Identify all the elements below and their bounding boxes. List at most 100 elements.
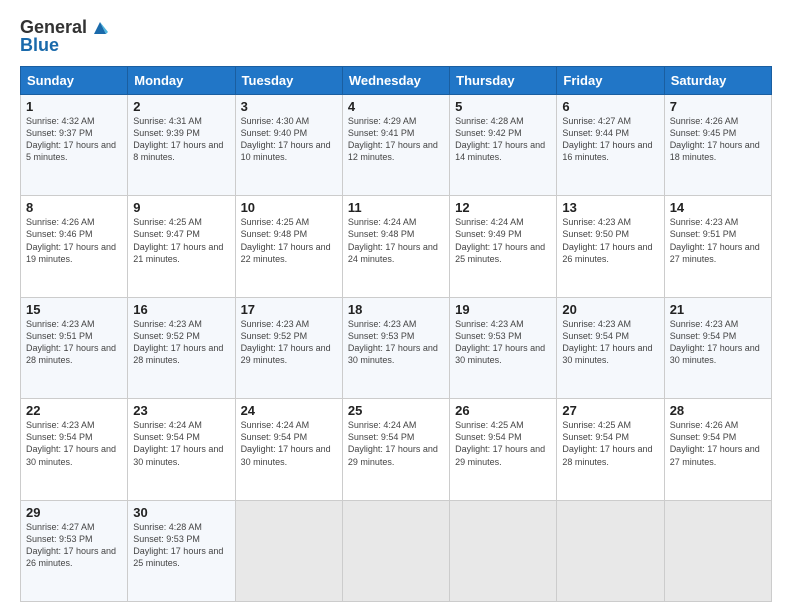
calendar-cell: 18Sunrise: 4:23 AMSunset: 9:53 PMDayligh…: [342, 297, 449, 398]
day-number: 30: [133, 505, 229, 520]
day-number: 24: [241, 403, 337, 418]
calendar-table: SundayMondayTuesdayWednesdayThursdayFrid…: [20, 66, 772, 602]
calendar-week-2: 8Sunrise: 4:26 AMSunset: 9:46 PMDaylight…: [21, 196, 772, 297]
calendar-cell: 25Sunrise: 4:24 AMSunset: 9:54 PMDayligh…: [342, 399, 449, 500]
calendar-header-row: SundayMondayTuesdayWednesdayThursdayFrid…: [21, 66, 772, 94]
day-content: Sunrise: 4:24 AMSunset: 9:54 PMDaylight:…: [133, 419, 229, 468]
calendar-cell: 5Sunrise: 4:28 AMSunset: 9:42 PMDaylight…: [450, 94, 557, 195]
logo-icon: [90, 18, 110, 38]
calendar-cell: 12Sunrise: 4:24 AMSunset: 9:49 PMDayligh…: [450, 196, 557, 297]
calendar-cell: 3Sunrise: 4:30 AMSunset: 9:40 PMDaylight…: [235, 94, 342, 195]
calendar-cell: 23Sunrise: 4:24 AMSunset: 9:54 PMDayligh…: [128, 399, 235, 500]
calendar-cell: 2Sunrise: 4:31 AMSunset: 9:39 PMDaylight…: [128, 94, 235, 195]
day-content: Sunrise: 4:23 AMSunset: 9:51 PMDaylight:…: [670, 216, 766, 265]
day-content: Sunrise: 4:26 AMSunset: 9:46 PMDaylight:…: [26, 216, 122, 265]
day-content: Sunrise: 4:23 AMSunset: 9:53 PMDaylight:…: [348, 318, 444, 367]
calendar-cell: 16Sunrise: 4:23 AMSunset: 9:52 PMDayligh…: [128, 297, 235, 398]
day-content: Sunrise: 4:23 AMSunset: 9:54 PMDaylight:…: [670, 318, 766, 367]
day-number: 1: [26, 99, 122, 114]
calendar-header-friday: Friday: [557, 66, 664, 94]
day-content: Sunrise: 4:31 AMSunset: 9:39 PMDaylight:…: [133, 115, 229, 164]
day-number: 29: [26, 505, 122, 520]
calendar-cell: 19Sunrise: 4:23 AMSunset: 9:53 PMDayligh…: [450, 297, 557, 398]
calendar-cell: 8Sunrise: 4:26 AMSunset: 9:46 PMDaylight…: [21, 196, 128, 297]
day-content: Sunrise: 4:23 AMSunset: 9:54 PMDaylight:…: [562, 318, 658, 367]
calendar-week-5: 29Sunrise: 4:27 AMSunset: 9:53 PMDayligh…: [21, 500, 772, 601]
calendar-cell: [342, 500, 449, 601]
day-content: Sunrise: 4:25 AMSunset: 9:54 PMDaylight:…: [455, 419, 551, 468]
calendar-header-wednesday: Wednesday: [342, 66, 449, 94]
calendar-cell: 10Sunrise: 4:25 AMSunset: 9:48 PMDayligh…: [235, 196, 342, 297]
calendar-header-thursday: Thursday: [450, 66, 557, 94]
day-number: 8: [26, 200, 122, 215]
day-content: Sunrise: 4:25 AMSunset: 9:54 PMDaylight:…: [562, 419, 658, 468]
page: General Blue SundayMondayTuesdayWednesda…: [0, 0, 792, 612]
day-number: 7: [670, 99, 766, 114]
calendar-cell: 6Sunrise: 4:27 AMSunset: 9:44 PMDaylight…: [557, 94, 664, 195]
day-number: 15: [26, 302, 122, 317]
day-content: Sunrise: 4:30 AMSunset: 9:40 PMDaylight:…: [241, 115, 337, 164]
calendar-cell: 14Sunrise: 4:23 AMSunset: 9:51 PMDayligh…: [664, 196, 771, 297]
day-content: Sunrise: 4:29 AMSunset: 9:41 PMDaylight:…: [348, 115, 444, 164]
day-content: Sunrise: 4:26 AMSunset: 9:45 PMDaylight:…: [670, 115, 766, 164]
day-content: Sunrise: 4:24 AMSunset: 9:48 PMDaylight:…: [348, 216, 444, 265]
day-number: 16: [133, 302, 229, 317]
day-content: Sunrise: 4:25 AMSunset: 9:47 PMDaylight:…: [133, 216, 229, 265]
day-number: 10: [241, 200, 337, 215]
calendar-header-monday: Monday: [128, 66, 235, 94]
calendar-cell: 20Sunrise: 4:23 AMSunset: 9:54 PMDayligh…: [557, 297, 664, 398]
day-number: 17: [241, 302, 337, 317]
day-number: 26: [455, 403, 551, 418]
day-content: Sunrise: 4:25 AMSunset: 9:48 PMDaylight:…: [241, 216, 337, 265]
calendar-week-4: 22Sunrise: 4:23 AMSunset: 9:54 PMDayligh…: [21, 399, 772, 500]
calendar-cell: 13Sunrise: 4:23 AMSunset: 9:50 PMDayligh…: [557, 196, 664, 297]
day-number: 22: [26, 403, 122, 418]
calendar-header-tuesday: Tuesday: [235, 66, 342, 94]
calendar-cell: 24Sunrise: 4:24 AMSunset: 9:54 PMDayligh…: [235, 399, 342, 500]
calendar-cell: 4Sunrise: 4:29 AMSunset: 9:41 PMDaylight…: [342, 94, 449, 195]
day-content: Sunrise: 4:27 AMSunset: 9:53 PMDaylight:…: [26, 521, 122, 570]
logo-blue-text: Blue: [20, 36, 110, 56]
day-number: 27: [562, 403, 658, 418]
day-number: 2: [133, 99, 229, 114]
calendar-cell: [235, 500, 342, 601]
day-content: Sunrise: 4:26 AMSunset: 9:54 PMDaylight:…: [670, 419, 766, 468]
day-number: 6: [562, 99, 658, 114]
calendar-cell: 11Sunrise: 4:24 AMSunset: 9:48 PMDayligh…: [342, 196, 449, 297]
day-number: 21: [670, 302, 766, 317]
calendar-cell: 7Sunrise: 4:26 AMSunset: 9:45 PMDaylight…: [664, 94, 771, 195]
calendar-cell: 28Sunrise: 4:26 AMSunset: 9:54 PMDayligh…: [664, 399, 771, 500]
day-number: 13: [562, 200, 658, 215]
day-content: Sunrise: 4:32 AMSunset: 9:37 PMDaylight:…: [26, 115, 122, 164]
calendar-cell: 15Sunrise: 4:23 AMSunset: 9:51 PMDayligh…: [21, 297, 128, 398]
day-number: 3: [241, 99, 337, 114]
day-number: 28: [670, 403, 766, 418]
header: General Blue: [20, 18, 772, 56]
calendar-cell: 30Sunrise: 4:28 AMSunset: 9:53 PMDayligh…: [128, 500, 235, 601]
day-content: Sunrise: 4:23 AMSunset: 9:51 PMDaylight:…: [26, 318, 122, 367]
day-number: 19: [455, 302, 551, 317]
day-content: Sunrise: 4:23 AMSunset: 9:50 PMDaylight:…: [562, 216, 658, 265]
day-number: 18: [348, 302, 444, 317]
calendar-week-3: 15Sunrise: 4:23 AMSunset: 9:51 PMDayligh…: [21, 297, 772, 398]
day-number: 12: [455, 200, 551, 215]
calendar-cell: 9Sunrise: 4:25 AMSunset: 9:47 PMDaylight…: [128, 196, 235, 297]
calendar-cell: 17Sunrise: 4:23 AMSunset: 9:52 PMDayligh…: [235, 297, 342, 398]
day-number: 11: [348, 200, 444, 215]
day-content: Sunrise: 4:23 AMSunset: 9:52 PMDaylight:…: [133, 318, 229, 367]
day-content: Sunrise: 4:28 AMSunset: 9:42 PMDaylight:…: [455, 115, 551, 164]
calendar-header-saturday: Saturday: [664, 66, 771, 94]
day-number: 5: [455, 99, 551, 114]
day-content: Sunrise: 4:24 AMSunset: 9:49 PMDaylight:…: [455, 216, 551, 265]
calendar-cell: 21Sunrise: 4:23 AMSunset: 9:54 PMDayligh…: [664, 297, 771, 398]
calendar-cell: [557, 500, 664, 601]
day-number: 14: [670, 200, 766, 215]
day-number: 9: [133, 200, 229, 215]
calendar-cell: 22Sunrise: 4:23 AMSunset: 9:54 PMDayligh…: [21, 399, 128, 500]
day-content: Sunrise: 4:27 AMSunset: 9:44 PMDaylight:…: [562, 115, 658, 164]
day-content: Sunrise: 4:24 AMSunset: 9:54 PMDaylight:…: [241, 419, 337, 468]
day-content: Sunrise: 4:28 AMSunset: 9:53 PMDaylight:…: [133, 521, 229, 570]
calendar-cell: 1Sunrise: 4:32 AMSunset: 9:37 PMDaylight…: [21, 94, 128, 195]
day-number: 4: [348, 99, 444, 114]
day-content: Sunrise: 4:23 AMSunset: 9:53 PMDaylight:…: [455, 318, 551, 367]
